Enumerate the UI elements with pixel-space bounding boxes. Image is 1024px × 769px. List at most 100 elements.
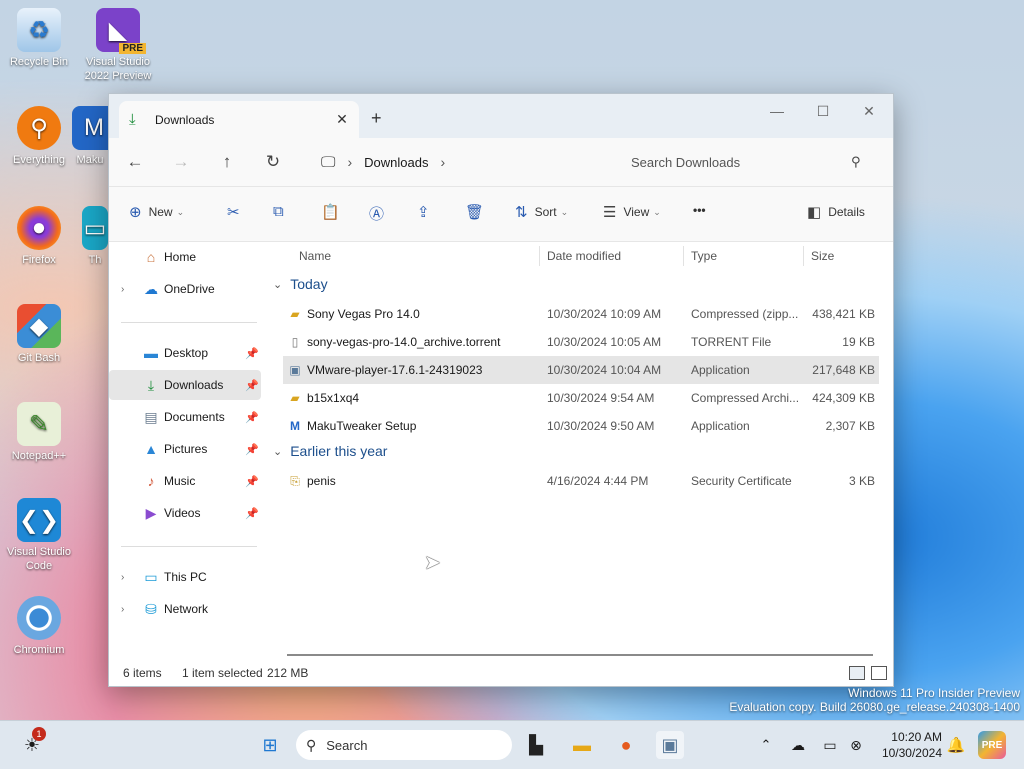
start-windows-icon[interactable]: ⊞	[256, 731, 284, 759]
desktop-icon-notepadpp[interactable]: ✎ Notepad++	[1, 402, 77, 463]
tab-downloads[interactable]: ⤓ Downloads ✕	[119, 101, 359, 138]
address-path[interactable]: 🖵 › Downloads ›	[309, 146, 609, 178]
delete-button[interactable]: 🗑	[465, 203, 491, 221]
copy-button[interactable]: ⧉	[273, 203, 291, 220]
title-bar: ⤓ Downloads ✕ + — ☐ ✕	[109, 94, 893, 138]
desktop-icon-git-bash[interactable]: ◆ Git Bash	[1, 304, 77, 365]
chevron-right-icon[interactable]: ›	[121, 284, 124, 295]
desktop-icon-firefox[interactable]: ● Firefox	[1, 206, 77, 267]
sort-button[interactable]: ⇅ Sort ⌄	[515, 203, 568, 221]
view-button[interactable]: ☰ View ⌄	[603, 203, 661, 221]
makutweaker-icon: M	[72, 106, 108, 150]
sidebar-item-network[interactable]: › ⛁ Network	[109, 594, 261, 624]
desktop-icon-everything[interactable]: ⚲ Everything	[1, 106, 77, 167]
file-name: Sony Vegas Pro 14.0	[307, 307, 420, 321]
weather-widget-icon[interactable]: ☀ 1	[18, 727, 46, 759]
chevron-right-icon[interactable]: ›	[121, 604, 124, 615]
search-input[interactable]: Search Downloads ⚲	[619, 146, 879, 178]
task-view-icon[interactable]: ▙	[522, 731, 550, 759]
show-hidden-icons-icon[interactable]: ⌃	[752, 731, 780, 759]
refresh-icon[interactable]: ↻	[250, 152, 296, 172]
forward-icon[interactable]: →	[158, 152, 204, 172]
share-button[interactable]: ⇪	[417, 203, 437, 221]
file-type: Security Certificate	[691, 474, 792, 488]
copilot-pre-icon[interactable]: PRE	[978, 731, 1006, 759]
table-row-selected[interactable]: ▣ VMware-player-17.6.1-24319023 10/30/20…	[283, 356, 879, 384]
file-explorer-icon[interactable]: ▬	[568, 731, 596, 759]
desktop-icon-visual-studio[interactable]: ◣ PRE Visual Studio 2022 Preview	[80, 8, 156, 83]
desktop-icon-recycle-bin[interactable]: ♻ Recycle Bin	[1, 8, 77, 69]
desktop-icon-maku[interactable]: M Maku	[72, 106, 108, 167]
paste-icon: 📋	[321, 204, 340, 221]
new-button[interactable]: ⊕ New ⌄	[129, 203, 184, 221]
sidebar-item-documents[interactable]: ▤ Documents 📌	[109, 402, 261, 432]
chevron-right-icon[interactable]: ›	[347, 154, 352, 170]
up-icon[interactable]: ↑	[204, 152, 250, 172]
column-header-date[interactable]: Date modified	[547, 242, 621, 270]
table-row[interactable]: ⎘ penis 4/16/2024 4:44 PM Security Certi…	[283, 467, 879, 495]
vscode-icon: ❮❯	[17, 498, 61, 542]
group-header-earlier[interactable]: ⌄ Earlier this year	[273, 443, 387, 459]
volume-muted-icon[interactable]: ⊗	[842, 731, 870, 759]
column-header-name[interactable]: Name	[299, 242, 331, 270]
display-icon[interactable]: ▭	[816, 731, 844, 759]
table-row[interactable]: M MakuTweaker Setup 10/30/2024 9:50 AM A…	[283, 412, 879, 440]
sidebar-item-downloads[interactable]: ⤓ Downloads 📌	[109, 370, 261, 400]
video-icon: ▶	[145, 504, 157, 521]
chevron-down-icon: ⌄	[653, 206, 661, 217]
divider	[121, 546, 257, 547]
column-divider[interactable]	[683, 246, 684, 266]
selection-size: 212 MB	[267, 666, 309, 680]
horizontal-scrollbar[interactable]	[287, 654, 873, 656]
back-icon[interactable]: ←	[112, 152, 158, 172]
maximize-icon[interactable]: ☐	[801, 98, 845, 124]
network-status-icon[interactable]: ☁	[784, 731, 812, 759]
sidebar-item-pictures[interactable]: ▲ Pictures 📌	[109, 434, 261, 464]
chevron-right-icon[interactable]: ›	[121, 572, 124, 583]
sidebar-item-music[interactable]: ♪ Music 📌	[109, 466, 261, 496]
column-divider[interactable]	[539, 246, 540, 266]
table-row[interactable]: ▰ Sony Vegas Pro 14.0 10/30/2024 10:09 A…	[283, 300, 879, 328]
desktop-icon-chromium[interactable]: Chromium	[1, 596, 77, 657]
table-row[interactable]: ▰ b15x1xq4 10/30/2024 9:54 AM Compressed…	[283, 384, 879, 412]
file-name: sony-vegas-pro-14.0_archive.torrent	[307, 335, 501, 349]
taskbar-search[interactable]: ⚲ Search	[296, 730, 512, 760]
paste-button[interactable]: 📋	[321, 203, 347, 221]
desktop-icon-th[interactable]: ▭ Th	[82, 206, 108, 267]
sidebar-item-videos[interactable]: ▶ Videos 📌	[109, 498, 261, 528]
sidebar-item-this-pc[interactable]: › ▭ This PC	[109, 562, 261, 592]
picture-icon: ▲	[144, 441, 158, 457]
sidebar-item-onedrive[interactable]: › ☁ OneDrive	[109, 274, 261, 304]
clock[interactable]: 10:20 AM 10/30/2024	[882, 729, 942, 761]
clock-time: 10:20 AM	[891, 730, 942, 744]
desktop-icon-label: Recycle Bin	[9, 56, 69, 68]
chevron-right-icon[interactable]: ›	[440, 154, 445, 170]
column-divider[interactable]	[803, 246, 804, 266]
sidebar-label: Network	[164, 602, 209, 616]
more-options-button[interactable]: •••	[693, 203, 706, 217]
firefox-icon[interactable]: ●	[612, 731, 640, 759]
sidebar-item-desktop[interactable]: ▬ Desktop 📌	[109, 338, 261, 368]
group-header-today[interactable]: ⌄ Today	[273, 276, 328, 292]
tiles-view-icon[interactable]	[871, 666, 887, 680]
details-view-icon[interactable]	[849, 666, 865, 680]
column-header-type[interactable]: Type	[691, 242, 717, 270]
sidebar-item-home[interactable]: ⌂ Home	[109, 242, 261, 272]
cut-button[interactable]: ✂	[227, 203, 247, 221]
trash-icon: 🗑	[465, 204, 485, 221]
notification-bell-icon[interactable]: 🔔	[942, 731, 970, 759]
home-icon: ⌂	[146, 249, 156, 265]
search-placeholder: Search Downloads	[631, 154, 741, 170]
breadcrumb-downloads[interactable]: Downloads	[364, 155, 428, 170]
address-bar: ← → ↑ ↻ 🖵 › Downloads › Search Downloads…	[109, 138, 893, 186]
new-tab-icon[interactable]: +	[371, 108, 382, 129]
close-window-icon[interactable]: ✕	[847, 98, 891, 124]
desktop-icon-vscode[interactable]: ❮❯ Visual Studio Code	[1, 498, 77, 573]
vmware-installer-icon[interactable]: ▣	[656, 731, 684, 759]
column-header-size[interactable]: Size	[811, 242, 834, 270]
table-row[interactable]: ▯ sony-vegas-pro-14.0_archive.torrent 10…	[283, 328, 879, 356]
details-pane-button[interactable]: ◧ Details	[807, 203, 865, 221]
rename-button[interactable]: Ⓐ	[369, 203, 391, 224]
minimize-icon[interactable]: —	[755, 98, 799, 124]
close-tab-icon[interactable]: ✕	[331, 111, 353, 128]
